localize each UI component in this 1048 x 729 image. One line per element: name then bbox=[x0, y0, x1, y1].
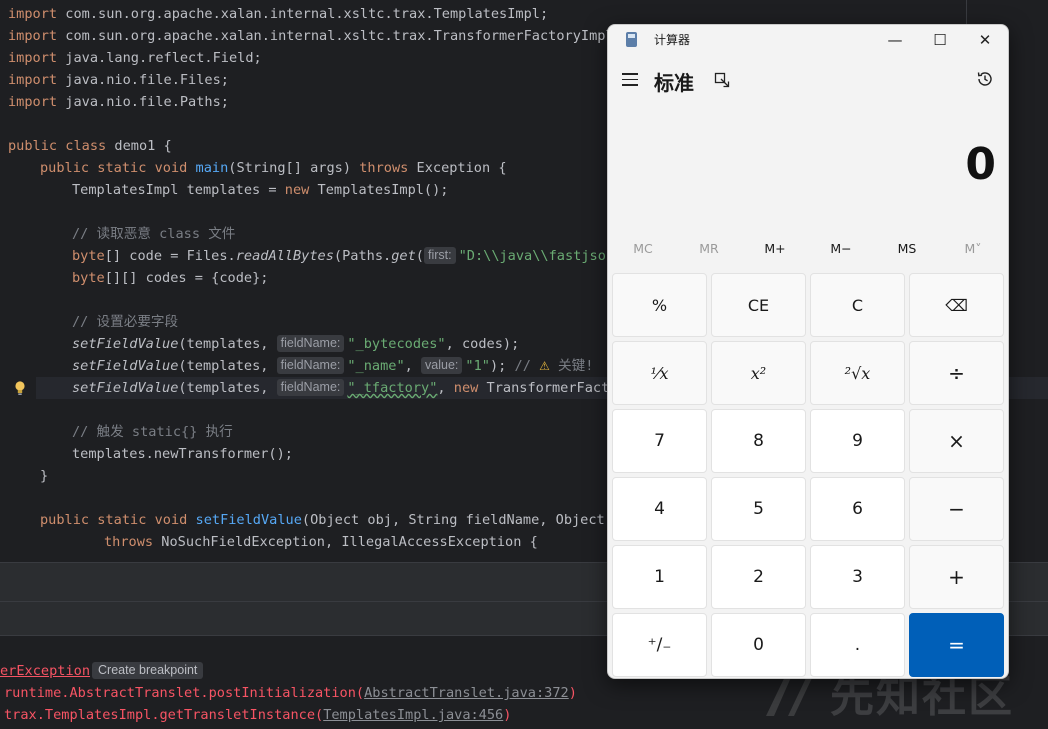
code-line-1: import com.sun.org.apache.xalan.internal… bbox=[8, 6, 549, 22]
param-hint: value: bbox=[421, 357, 463, 374]
code-line-main: public static void main(String[] args) t… bbox=[40, 160, 507, 176]
digit-3-button[interactable]: 3 bbox=[810, 545, 905, 609]
code-line-5: import java.nio.file.Paths; bbox=[8, 94, 229, 110]
multiply-button[interactable]: × bbox=[909, 409, 1004, 473]
code-comment-read: // 读取恶意 class 文件 bbox=[72, 226, 236, 242]
stacktrace-line-1: runtime.AbstractTranslet.postInitializat… bbox=[4, 685, 577, 701]
console-exception-line: erException Create breakpoint bbox=[0, 660, 204, 682]
stacktrace-line-2: trax.TemplatesImpl.getTransletInstance(T… bbox=[4, 707, 512, 723]
subtract-button[interactable]: − bbox=[909, 477, 1004, 541]
equals-button[interactable]: = bbox=[909, 613, 1004, 677]
decimal-button[interactable]: . bbox=[810, 613, 905, 677]
mode-title: 标准 bbox=[654, 71, 694, 95]
negate-button[interactable]: ⁺/₋ bbox=[612, 613, 707, 677]
param-hint: fieldName: bbox=[276, 335, 345, 352]
calculator-display: 0 bbox=[965, 139, 996, 190]
memory-list-button[interactable]: M˅ bbox=[940, 241, 1006, 261]
code-line-set-bytecodes: setFieldValue(templates, fieldName: "_byt… bbox=[72, 335, 520, 352]
history-icon[interactable] bbox=[976, 70, 994, 88]
warning-icon: ⚠ bbox=[539, 359, 550, 373]
code-line-brace: } bbox=[40, 468, 49, 484]
digit-2-button[interactable]: 2 bbox=[711, 545, 806, 609]
memory-clear-button[interactable]: MC bbox=[610, 241, 676, 261]
memory-recall-button[interactable]: MR bbox=[676, 241, 742, 261]
code-line-codes: byte[][] codes = {code}; bbox=[72, 270, 269, 286]
digit-4-button[interactable]: 4 bbox=[612, 477, 707, 541]
param-hint: first: bbox=[423, 247, 456, 264]
digit-0-button[interactable]: 0 bbox=[711, 613, 806, 677]
digit-1-button[interactable]: 1 bbox=[612, 545, 707, 609]
square-root-button[interactable]: ²√x bbox=[810, 341, 905, 405]
code-line-newtransformer: templates.newTransformer(); bbox=[72, 446, 293, 462]
code-line-set-name: setFieldValue(templates, fieldName: "_nam… bbox=[72, 357, 594, 374]
digit-9-button[interactable]: 9 bbox=[810, 409, 905, 473]
clear-entry-button[interactable]: CE bbox=[711, 273, 806, 337]
percent-button[interactable]: % bbox=[612, 273, 707, 337]
minimize-button[interactable]: — bbox=[872, 25, 918, 55]
menu-icon[interactable] bbox=[622, 73, 638, 87]
square-button[interactable]: x² bbox=[711, 341, 806, 405]
code-line-throws: throws NoSuchFieldException, IllegalAcce… bbox=[104, 534, 538, 550]
divide-button[interactable]: ÷ bbox=[909, 341, 1004, 405]
param-hint: fieldName: bbox=[276, 357, 345, 374]
memory-subtract-button[interactable]: M− bbox=[808, 241, 874, 261]
code-line-4: import java.nio.file.Files; bbox=[8, 72, 229, 88]
memory-add-button[interactable]: M+ bbox=[742, 241, 808, 261]
code-comment-trigger: // 触发 static{} 执行 bbox=[72, 424, 233, 440]
add-button[interactable]: + bbox=[909, 545, 1004, 609]
digit-7-button[interactable]: 7 bbox=[612, 409, 707, 473]
close-button[interactable]: ✕ bbox=[962, 25, 1008, 55]
digit-6-button[interactable]: 6 bbox=[810, 477, 905, 541]
param-hint: fieldName: bbox=[276, 379, 345, 396]
digit-5-button[interactable]: 5 bbox=[711, 477, 806, 541]
calculator-app-icon bbox=[626, 32, 637, 47]
maximize-button[interactable]: ☐ bbox=[917, 25, 963, 55]
code-line-setfield-decl: public static void setFieldValue(Object … bbox=[40, 512, 622, 528]
stacktrace-link-1[interactable]: AbstractTranslet.java:372 bbox=[364, 685, 569, 701]
lightbulb-icon[interactable] bbox=[14, 380, 26, 396]
code-comment-set: // 设置必要字段 bbox=[72, 314, 179, 330]
calculator-titlebar[interactable]: 计算器 — ☐ ✕ bbox=[608, 25, 1008, 55]
stacktrace-link-2[interactable]: TemplatesImpl.java:456 bbox=[323, 707, 503, 723]
backspace-button[interactable]: ⌫ bbox=[909, 273, 1004, 337]
code-line-templates: TemplatesImpl templates = new TemplatesI… bbox=[72, 182, 449, 198]
code-line-3: import java.lang.reflect.Field; bbox=[8, 50, 262, 66]
create-breakpoint-button[interactable]: Create breakpoint bbox=[92, 662, 204, 679]
keep-on-top-icon[interactable] bbox=[714, 72, 730, 88]
window-title: 计算器 bbox=[654, 33, 691, 47]
memory-store-button[interactable]: MS bbox=[874, 241, 940, 261]
digit-8-button[interactable]: 8 bbox=[711, 409, 806, 473]
calculator-window[interactable]: 计算器 — ☐ ✕ 标准 0 MC MR M+ M− MS M˅ % CE C … bbox=[607, 24, 1009, 679]
calculator-header: 标准 bbox=[608, 65, 1008, 99]
code-line-2: import com.sun.org.apache.xalan.internal… bbox=[8, 28, 622, 44]
clear-button[interactable]: C bbox=[810, 273, 905, 337]
reciprocal-button[interactable]: ⅟x bbox=[612, 341, 707, 405]
code-line-class: public class demo1 { bbox=[8, 138, 172, 154]
code-line-bytes: byte[] code = Files.readAllBytes(Paths.g… bbox=[72, 247, 615, 264]
